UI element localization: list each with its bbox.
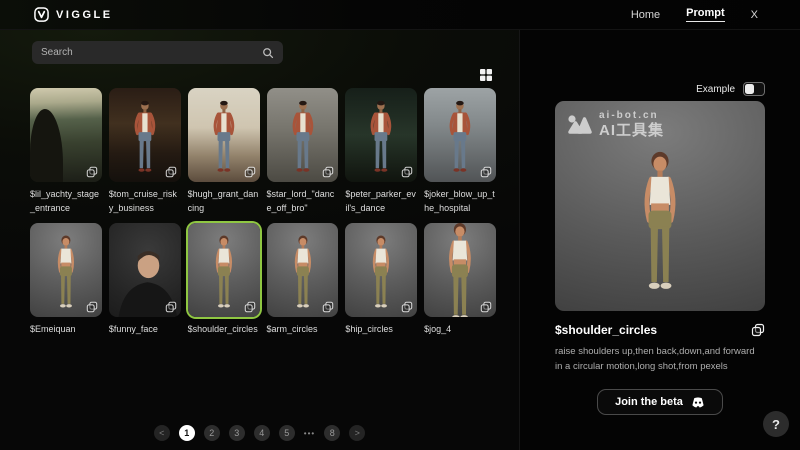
top-navigation: Home Prompt X (631, 7, 800, 22)
prompt-description: raise shoulders up,then back,down,and fo… (555, 345, 763, 374)
pagination-page-5[interactable]: 5 (279, 425, 295, 441)
video-thumbnail[interactable] (109, 88, 181, 182)
copy-icon[interactable] (165, 301, 177, 313)
video-title: $joker_blow_up_the_hospital (424, 188, 496, 215)
video-title: $arm_circles (267, 323, 339, 337)
video-thumbnail[interactable] (188, 88, 260, 182)
nav-home[interactable]: Home (631, 9, 660, 21)
gallery-item-tom-cruise[interactable]: $tom_cruise_risky_business (109, 88, 181, 215)
video-title: $hip_circles (345, 323, 417, 337)
copy-icon[interactable] (480, 166, 492, 178)
video-thumbnail[interactable] (109, 223, 181, 317)
video-thumbnail-selected[interactable] (188, 223, 260, 317)
gallery-item-funny-face[interactable]: $funny_face (109, 223, 181, 337)
watermark-line-2: AI工具集 (599, 122, 664, 139)
video-thumbnail[interactable] (30, 88, 102, 182)
video-title: $jog_4 (424, 323, 496, 337)
video-thumbnail[interactable] (30, 223, 102, 317)
example-label: Example (696, 84, 735, 95)
pagination-page-4[interactable]: 4 (254, 425, 270, 441)
video-title: $Emeiquan (30, 323, 102, 337)
video-thumbnail[interactable] (345, 223, 417, 317)
copy-icon[interactable] (86, 301, 98, 313)
watermark-line-1: ai-bot.cn (599, 110, 664, 122)
video-title: $shoulder_circles (188, 323, 260, 337)
brand-name: VIGGLE (56, 9, 113, 21)
preview-panel: Example ai-bot.cn AI工具集 $shoulder_circl (519, 30, 800, 450)
gallery-item-star-lord[interactable]: $star_lord_"dance_off_bro" (267, 88, 339, 215)
main-area: $lil_yachty_stage_entrance $tom_cruise_r… (0, 30, 800, 450)
gallery-item-shoulder-circles[interactable]: $shoulder_circles (188, 223, 260, 337)
gallery-item-jog-4[interactable]: $jog_4 (424, 223, 496, 337)
video-thumbnail[interactable] (267, 223, 339, 317)
discord-icon (691, 397, 705, 408)
example-toggle[interactable] (743, 82, 765, 96)
nav-x[interactable]: X (751, 9, 758, 21)
copy-icon[interactable] (165, 166, 177, 178)
video-title: $funny_face (109, 323, 181, 337)
pagination-prev[interactable]: < (154, 425, 170, 441)
video-title: $peter_parker_evil's_dance (345, 188, 417, 215)
gallery-item-hugh-grant[interactable]: $hugh_grant_dancing (188, 88, 260, 215)
pagination-page-3[interactable]: 3 (229, 425, 245, 441)
preview-video[interactable]: ai-bot.cn AI工具集 (555, 101, 765, 311)
watermark-logo-icon (566, 113, 593, 136)
brand-logo[interactable]: VIGGLE (0, 7, 113, 22)
pagination-ellipsis: ••• (304, 425, 315, 441)
pagination: < 1 2 3 4 5 ••• 8 > (0, 425, 519, 441)
video-thumbnail[interactable] (424, 223, 496, 317)
video-title: $lil_yachty_stage_entrance (30, 188, 102, 215)
search-input[interactable] (41, 47, 262, 58)
copy-icon[interactable] (322, 166, 334, 178)
gallery-panel: $lil_yachty_stage_entrance $tom_cruise_r… (0, 30, 519, 450)
gallery-item-arm-circles[interactable]: $arm_circles (267, 223, 339, 337)
pagination-page-1[interactable]: 1 (179, 425, 195, 441)
gallery-item-joker[interactable]: $joker_blow_up_the_hospital (424, 88, 496, 215)
pagination-page-8[interactable]: 8 (324, 425, 340, 441)
video-title: $hugh_grant_dancing (188, 188, 260, 215)
gallery-item-hip-circles[interactable]: $hip_circles (345, 223, 417, 337)
preview-title: $shoulder_circles (555, 323, 657, 337)
video-title: $tom_cruise_risky_business (109, 188, 181, 215)
gallery-row-1: $lil_yachty_stage_entrance $tom_cruise_r… (30, 88, 496, 215)
grid-view-icon[interactable] (479, 68, 493, 82)
video-title: $star_lord_"dance_off_bro" (267, 188, 339, 215)
nav-prompt[interactable]: Prompt (686, 7, 725, 22)
gallery-item-peter-parker[interactable]: $peter_parker_evil's_dance (345, 88, 417, 215)
gallery-item-emeiquan[interactable]: $Emeiquan (30, 223, 102, 337)
join-beta-button[interactable]: Join the beta (597, 389, 723, 415)
copy-prompt-icon[interactable] (751, 323, 765, 337)
video-thumbnail[interactable] (345, 88, 417, 182)
help-button[interactable]: ? (763, 411, 789, 437)
template-gallery: $lil_yachty_stage_entrance $tom_cruise_r… (30, 88, 496, 337)
copy-icon[interactable] (401, 301, 413, 313)
top-bar: VIGGLE Home Prompt X (0, 0, 800, 30)
preview-character-figure (555, 149, 765, 307)
copy-icon[interactable] (86, 166, 98, 178)
toggle-knob (745, 84, 754, 94)
gallery-row-2: $Emeiquan $funny_face $shoulder_circles (30, 223, 496, 337)
watermark: ai-bot.cn AI工具集 (566, 110, 664, 139)
copy-icon[interactable] (480, 301, 492, 313)
join-beta-label: Join the beta (615, 396, 683, 408)
copy-icon[interactable] (244, 301, 256, 313)
copy-icon[interactable] (322, 301, 334, 313)
copy-icon[interactable] (244, 166, 256, 178)
search-icon[interactable] (262, 47, 274, 59)
search-bar[interactable] (32, 41, 283, 64)
pagination-next[interactable]: > (349, 425, 365, 441)
copy-icon[interactable] (401, 166, 413, 178)
video-thumbnail[interactable] (424, 88, 496, 182)
pagination-page-2[interactable]: 2 (204, 425, 220, 441)
gallery-item-lil-yachty[interactable]: $lil_yachty_stage_entrance (30, 88, 102, 215)
viggle-logo-icon (34, 7, 49, 22)
video-thumbnail[interactable] (267, 88, 339, 182)
